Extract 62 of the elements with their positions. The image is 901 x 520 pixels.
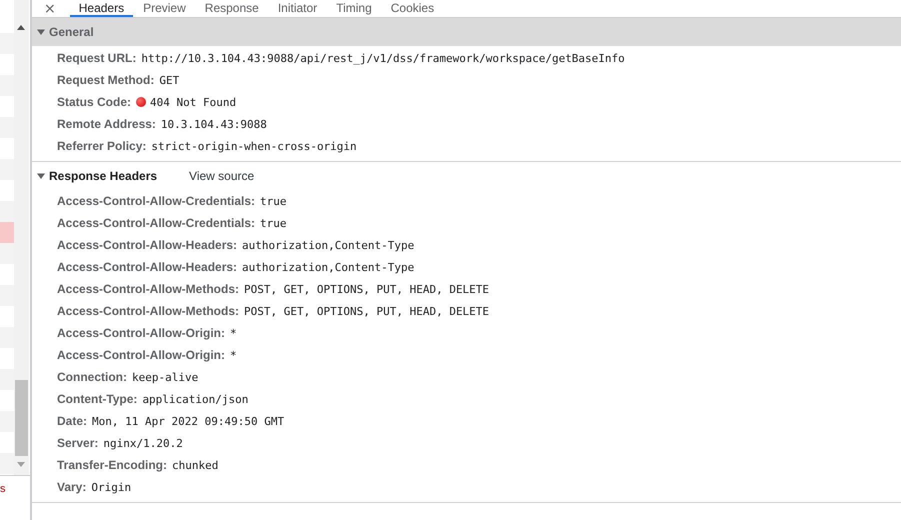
header-value: * bbox=[230, 326, 237, 340]
request-row[interactable] bbox=[0, 453, 14, 474]
expanded-triangle-icon bbox=[37, 172, 45, 180]
header-value: Mon, 11 Apr 2022 09:49:50 GMT bbox=[92, 414, 284, 428]
header-name: Content-Type: bbox=[57, 392, 138, 406]
header-value: GET bbox=[159, 74, 180, 86]
status-text: s bbox=[0, 482, 6, 496]
tab[interactable]: Cookies bbox=[382, 0, 444, 17]
header-value: * bbox=[230, 348, 237, 362]
header-name: Access-Control-Allow-Origin: bbox=[57, 348, 226, 362]
header-value: true bbox=[260, 216, 287, 230]
close-button[interactable]: × bbox=[40, 1, 60, 17]
header-name: Transfer-Encoding: bbox=[57, 458, 168, 472]
header-name: Access-Control-Allow-Methods: bbox=[57, 304, 240, 318]
header-name: Access-Control-Allow-Methods: bbox=[57, 282, 240, 296]
header-name: Request Method: bbox=[57, 73, 154, 87]
section-header[interactable]: General bbox=[32, 18, 901, 46]
header-name: Connection: bbox=[57, 370, 127, 384]
tab[interactable]: Initiator bbox=[268, 0, 326, 17]
request-row[interactable] bbox=[0, 201, 14, 222]
header-name: Access-Control-Allow-Credentials: bbox=[57, 194, 256, 208]
expanded-triangle-icon bbox=[37, 28, 45, 36]
header-value: keep-alive bbox=[132, 370, 198, 384]
header-name: Access-Control-Allow-Headers: bbox=[57, 260, 238, 274]
header-name: Remote Address: bbox=[57, 117, 156, 131]
tab[interactable]: Timing bbox=[327, 0, 381, 17]
header-name: Status Code: bbox=[57, 95, 132, 109]
error-request-row[interactable] bbox=[0, 222, 14, 243]
header-name: Server: bbox=[57, 436, 98, 450]
header-value: 10.3.104.43:9088 bbox=[160, 118, 267, 130]
request-row[interactable] bbox=[0, 411, 14, 432]
scroll-up-icon[interactable] bbox=[17, 25, 25, 30]
header-name: Referrer Policy: bbox=[57, 139, 146, 153]
status-dot-icon bbox=[136, 97, 146, 107]
header-value: strict-origin-when-cross-origin bbox=[151, 140, 357, 152]
tab[interactable]: Preview bbox=[134, 0, 195, 17]
header-value: POST, GET, OPTIONS, PUT, HEAD, DELETE bbox=[244, 282, 490, 296]
header-value: authorization,Content-Type bbox=[242, 238, 414, 252]
header-value: POST, GET, OPTIONS, PUT, HEAD, DELETE bbox=[244, 304, 490, 318]
header-value: 404 Not Found bbox=[150, 96, 236, 108]
header-name: Vary: bbox=[57, 480, 86, 494]
header-value: Origin bbox=[91, 480, 132, 494]
header-value: nginx/1.20.2 bbox=[103, 436, 183, 450]
header-name: Access-Control-Allow-Headers: bbox=[57, 238, 238, 252]
header-name: Access-Control-Allow-Credentials: bbox=[57, 216, 256, 230]
header-value: chunked bbox=[172, 458, 218, 472]
header-value: true bbox=[260, 194, 287, 208]
scroll-down-icon[interactable] bbox=[17, 462, 25, 467]
header-value: application/json bbox=[142, 392, 248, 406]
request-row[interactable] bbox=[0, 243, 14, 264]
view-source-link[interactable]: View source bbox=[187, 169, 256, 183]
scrollbar-thumb[interactable] bbox=[15, 380, 28, 456]
header-value: authorization,Content-Type bbox=[242, 260, 414, 274]
tab[interactable]: Response bbox=[196, 0, 268, 17]
header-name: Access-Control-Allow-Origin: bbox=[57, 326, 226, 340]
header-name: Request URL: bbox=[57, 51, 136, 65]
header-name: Date: bbox=[57, 414, 88, 428]
section-title: General bbox=[49, 25, 94, 39]
header-value: http://10.3.104.43:9088/api/rest_j/v1/dss/framework/workspace/getBaseInfo bbox=[141, 52, 625, 64]
section-title: Response Headers bbox=[49, 169, 158, 183]
scrollbar[interactable] bbox=[14, 0, 29, 475]
request-row[interactable] bbox=[0, 369, 14, 390]
